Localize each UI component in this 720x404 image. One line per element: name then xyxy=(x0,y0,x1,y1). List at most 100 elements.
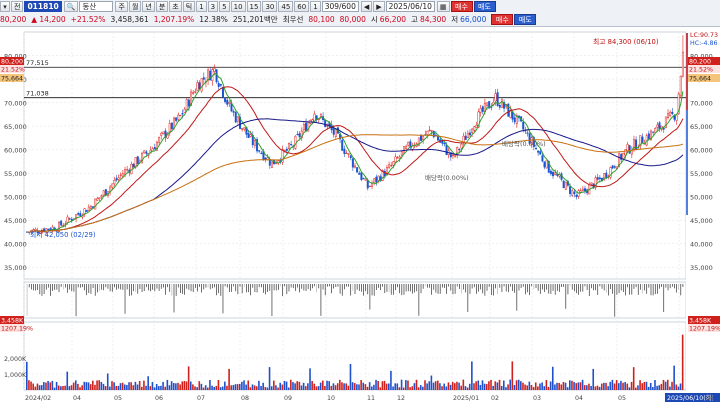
period-button-2[interactable]: 년 xyxy=(142,1,155,12)
volume-bar xyxy=(81,385,83,390)
low-price: 66,000 xyxy=(460,15,487,24)
candle-body xyxy=(658,122,661,130)
date-input[interactable]: 2025/06/10 xyxy=(385,1,435,12)
calendar-icon[interactable]: ▦ xyxy=(436,1,450,12)
volume-bar xyxy=(294,383,296,390)
volume-bar xyxy=(377,381,379,390)
candle-body xyxy=(679,75,682,96)
market-tab-button[interactable]: 전 xyxy=(11,1,24,12)
volume-bar xyxy=(462,379,465,390)
period-button-13[interactable]: 60 xyxy=(294,1,310,12)
period-button-5[interactable]: 틱 xyxy=(182,1,196,12)
volume-bar xyxy=(198,381,201,390)
volume-bar xyxy=(603,382,605,390)
quick-buy-button[interactable]: 매수 xyxy=(491,14,514,25)
sell-button[interactable]: 매도 xyxy=(473,1,496,12)
scroll-right-button[interactable]: ▶ xyxy=(373,1,385,12)
period-button-11[interactable]: 30 xyxy=(262,1,278,12)
volume-bar xyxy=(652,387,654,390)
min-price-label: 최저 42,050 (02/29) xyxy=(30,230,96,239)
candle-body xyxy=(613,166,616,168)
volume-bar xyxy=(639,380,641,390)
volume-bar xyxy=(321,380,324,390)
candle-body xyxy=(662,128,665,130)
candle-body xyxy=(494,93,497,102)
volume-bar xyxy=(520,381,522,390)
period-button-14[interactable]: 1 xyxy=(310,1,321,12)
candle-body xyxy=(605,172,608,178)
period-button-10[interactable]: 15 xyxy=(246,1,262,12)
candle-body xyxy=(296,134,299,136)
period-button-1[interactable]: 월 xyxy=(128,1,142,12)
search-icon[interactable]: 🔍 xyxy=(63,1,79,12)
buy-button[interactable]: 매수 xyxy=(450,1,473,12)
price-panel xyxy=(23,31,687,280)
candle-body xyxy=(187,99,190,107)
scroll-left-button[interactable]: ◀ xyxy=(360,1,373,12)
stock-chart[interactable]: 80,00075,00070,00065,00060,00055,00050,0… xyxy=(0,27,720,404)
period-button-6[interactable]: 1 xyxy=(196,1,207,12)
right-price-label: 45,000 xyxy=(690,217,713,225)
volume-bar xyxy=(258,380,260,390)
candle-body xyxy=(539,151,542,155)
volume-bar xyxy=(328,381,330,390)
quick-sell-button[interactable]: 매도 xyxy=(514,14,537,25)
stock-code-input[interactable]: 011810 xyxy=(24,1,62,12)
candle-body xyxy=(626,144,629,152)
best-bid: 80,000 xyxy=(339,15,366,24)
period-button-9[interactable]: 10 xyxy=(230,1,246,12)
candle-body xyxy=(596,177,599,180)
right-price-label: 50,000 xyxy=(690,194,713,202)
candle-body xyxy=(481,106,484,112)
candle-body xyxy=(94,198,97,210)
period-button-7[interactable]: 3 xyxy=(207,1,219,12)
volume-bar xyxy=(304,386,307,390)
candle-body xyxy=(535,148,537,150)
volume-bar xyxy=(249,387,252,390)
volume-bar xyxy=(588,383,590,390)
period-button-3[interactable]: 분 xyxy=(155,1,169,12)
candle-body xyxy=(354,165,356,168)
period-button-8[interactable]: 5 xyxy=(219,1,230,12)
volume-bar xyxy=(155,383,158,390)
volume-bar xyxy=(460,385,463,390)
candle-body xyxy=(332,127,335,135)
volume-bar xyxy=(53,387,56,390)
volume-bar xyxy=(302,382,305,390)
candle-body xyxy=(388,164,391,168)
period-button-0[interactable]: 주 xyxy=(115,1,128,12)
hc-info: HC:-4.86 xyxy=(690,40,718,47)
candle-body xyxy=(111,183,114,188)
bar-count-field[interactable]: 309/600 xyxy=(321,1,359,12)
volume-bar xyxy=(492,385,494,390)
candle-body xyxy=(360,172,363,180)
volume-bar xyxy=(413,383,416,390)
current-price-badge: 80,200 xyxy=(689,59,711,66)
volume-bar xyxy=(445,386,448,390)
volume-bar xyxy=(630,381,633,390)
toolbar-row-1: ▾ 전 011810 🔍 동산 주 월 년 분 초 틱 1 3 5 10 15 30 45 60 1 309… xyxy=(0,0,497,13)
volume-bar xyxy=(637,385,639,390)
period-button-12[interactable]: 45 xyxy=(278,1,294,12)
volume-bar xyxy=(528,381,531,390)
volume-bar xyxy=(177,382,179,390)
volume-bar xyxy=(407,380,409,390)
candle-body xyxy=(213,68,216,72)
volume-bar xyxy=(251,384,254,390)
volume-bar xyxy=(307,383,309,390)
candle-body xyxy=(179,115,182,117)
volume-bar xyxy=(490,379,492,390)
price-tick-label: 65,000 xyxy=(4,123,27,131)
candle-body xyxy=(396,157,399,159)
volume-bar xyxy=(443,383,445,390)
candle-body xyxy=(226,99,229,105)
price-tick-label: 60,000 xyxy=(4,147,27,155)
volume-bar xyxy=(47,380,49,390)
volume-bar xyxy=(660,383,663,390)
menu-dropdown-button[interactable]: ▾ xyxy=(0,1,10,12)
candle-body xyxy=(545,159,548,169)
trade-amount: 251,201백만 xyxy=(232,15,278,24)
period-button-4[interactable]: 초 xyxy=(169,1,182,12)
left-volume-badge: 3,458K xyxy=(1,318,24,325)
candle-body xyxy=(324,119,327,128)
